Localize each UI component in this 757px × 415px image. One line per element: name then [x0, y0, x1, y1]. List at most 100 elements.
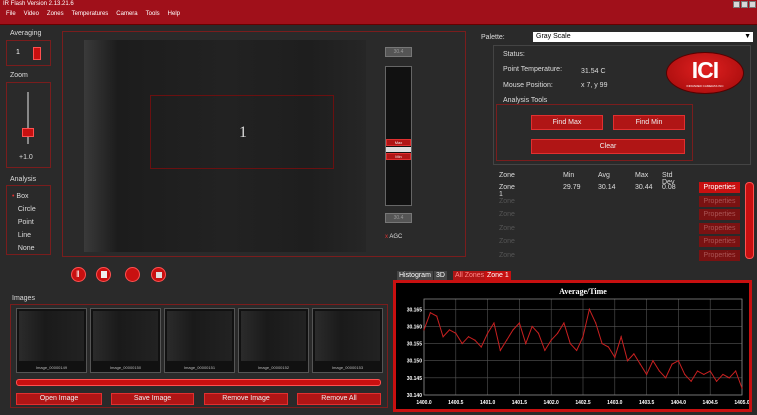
max-marker[interactable]: Max [386, 139, 411, 146]
close-icon[interactable] [749, 1, 756, 8]
tab-zone-1[interactable]: Zone 1 [485, 271, 511, 280]
data-point [487, 332, 489, 334]
menu-temperatures[interactable]: Temperatures [72, 9, 109, 19]
y-tick-label: 30.140 [407, 393, 423, 399]
remove-image-button[interactable]: Remove Image [204, 393, 288, 405]
data-point [544, 349, 546, 352]
data-point [563, 322, 565, 324]
data-point [550, 339, 552, 341]
properties-button[interactable]: Properties [699, 209, 740, 220]
data-point [639, 363, 641, 365]
find-min-button[interactable]: Find Min [613, 115, 685, 130]
x-tick-label: 1404.0 [671, 400, 687, 406]
averaging-value: 1 [16, 49, 20, 56]
data-point [728, 377, 730, 379]
save-image-button[interactable]: Save Image [111, 393, 194, 405]
data-point [448, 329, 451, 331]
temp-scale-bottom[interactable]: 30.4 [385, 213, 412, 223]
data-point [436, 315, 438, 317]
stop-button[interactable] [151, 267, 166, 282]
data-point [442, 336, 444, 338]
data-point [467, 336, 470, 338]
properties-button[interactable]: Properties [699, 195, 740, 207]
y-tick-label: 30.150 [407, 359, 423, 365]
zone-cell-std: 0.08 [662, 184, 676, 191]
menu-help[interactable]: Help [168, 9, 180, 19]
x-tick-label: 1402.5 [575, 400, 591, 406]
point-temp-label: Point Temperature: [503, 66, 563, 73]
open-image-button[interactable]: Open Image [16, 393, 102, 405]
averaging-stepper[interactable] [33, 47, 41, 60]
minimize-icon[interactable] [733, 1, 740, 8]
data-point [531, 325, 533, 328]
properties-button[interactable]: Properties [699, 236, 740, 247]
image-thumbnail[interactable]: Image_00000153 [312, 308, 383, 373]
tab-histogram[interactable]: Histogram [397, 271, 433, 280]
menu-zones[interactable]: Zones [47, 9, 64, 19]
mouse-position-value: x 7, y 99 [581, 82, 608, 89]
data-point [690, 380, 692, 382]
menu-file[interactable]: File [6, 9, 16, 19]
zone-cell-zone: Zone [499, 197, 515, 205]
data-point [658, 370, 660, 372]
analysis-option-circle[interactable]: Circle [12, 203, 36, 216]
x-tick-label: 1401.5 [512, 400, 528, 406]
data-point [595, 322, 597, 324]
data-point [512, 329, 514, 331]
properties-button[interactable]: Properties [699, 249, 740, 261]
tab-3d[interactable]: 3D [434, 271, 447, 280]
pause-button[interactable]: ǁ [71, 267, 86, 282]
data-point [665, 377, 667, 379]
chart-title: Average/Time [559, 287, 607, 296]
window-title-bar: IR Flash Version 2.13.21.6 [0, 0, 757, 9]
snapshot-button[interactable] [96, 267, 111, 282]
temp-scale-top[interactable]: 30.4 [385, 47, 412, 57]
analysis-option-none[interactable]: None [12, 242, 36, 255]
zone-cell-zone: Zone [499, 238, 515, 245]
analysis-option-point[interactable]: Point [12, 216, 36, 229]
agc-checkbox[interactable]: x AGC [385, 234, 402, 240]
record-button[interactable] [125, 267, 140, 282]
menu-tools[interactable]: Tools [146, 9, 160, 19]
zone-box-label: 1 [239, 124, 247, 141]
maximize-icon[interactable] [741, 1, 748, 8]
data-point [607, 346, 610, 348]
x-tick-label: 1401.0 [480, 400, 496, 406]
tab-all-zones[interactable]: All Zones [453, 271, 487, 280]
image-thumbnail[interactable]: Image_00000152 [238, 308, 309, 373]
data-point [601, 342, 603, 345]
zone-table-scrollbar[interactable] [745, 182, 754, 259]
image-thumbnail[interactable]: Image_00000151 [164, 308, 235, 373]
menu-camera[interactable]: Camera [116, 9, 137, 19]
data-point [493, 322, 495, 324]
images-scrollbar[interactable] [16, 379, 381, 386]
data-point [652, 360, 654, 362]
properties-button[interactable]: Properties [699, 222, 740, 234]
zone-cell-zone: Zone [499, 251, 515, 259]
menu-video[interactable]: Video [24, 9, 39, 19]
palette-select[interactable]: Gray Scale ▼ [533, 32, 753, 42]
analysis-option-box[interactable]: • Box [12, 190, 36, 203]
x-tick-label: 1402.0 [544, 400, 560, 406]
zoom-label: Zoom [10, 72, 28, 79]
find-max-button[interactable]: Find Max [531, 115, 603, 130]
remove-all-button[interactable]: Remove All [297, 393, 381, 405]
clear-button[interactable]: Clear [531, 139, 685, 154]
properties-button[interactable]: Properties [699, 182, 740, 193]
y-tick-label: 30.165 [407, 307, 423, 313]
analysis-label: Analysis [10, 176, 37, 183]
stop-icon [156, 272, 162, 278]
data-point [582, 336, 584, 338]
data-point [480, 346, 482, 348]
radio-selected-icon: • [12, 193, 15, 200]
min-marker[interactable]: Min [386, 153, 411, 160]
analysis-option-line[interactable]: Line [12, 229, 36, 242]
zoom-slider-handle[interactable] [22, 128, 34, 137]
palette-label: Palette: [481, 34, 505, 41]
data-point [506, 339, 508, 341]
image-thumbnail[interactable]: Image_00000150 [90, 308, 161, 373]
images-label: Images [12, 295, 35, 302]
data-point [556, 332, 559, 334]
image-thumbnail[interactable]: Image_00000149 [16, 308, 87, 373]
data-point [671, 363, 673, 365]
